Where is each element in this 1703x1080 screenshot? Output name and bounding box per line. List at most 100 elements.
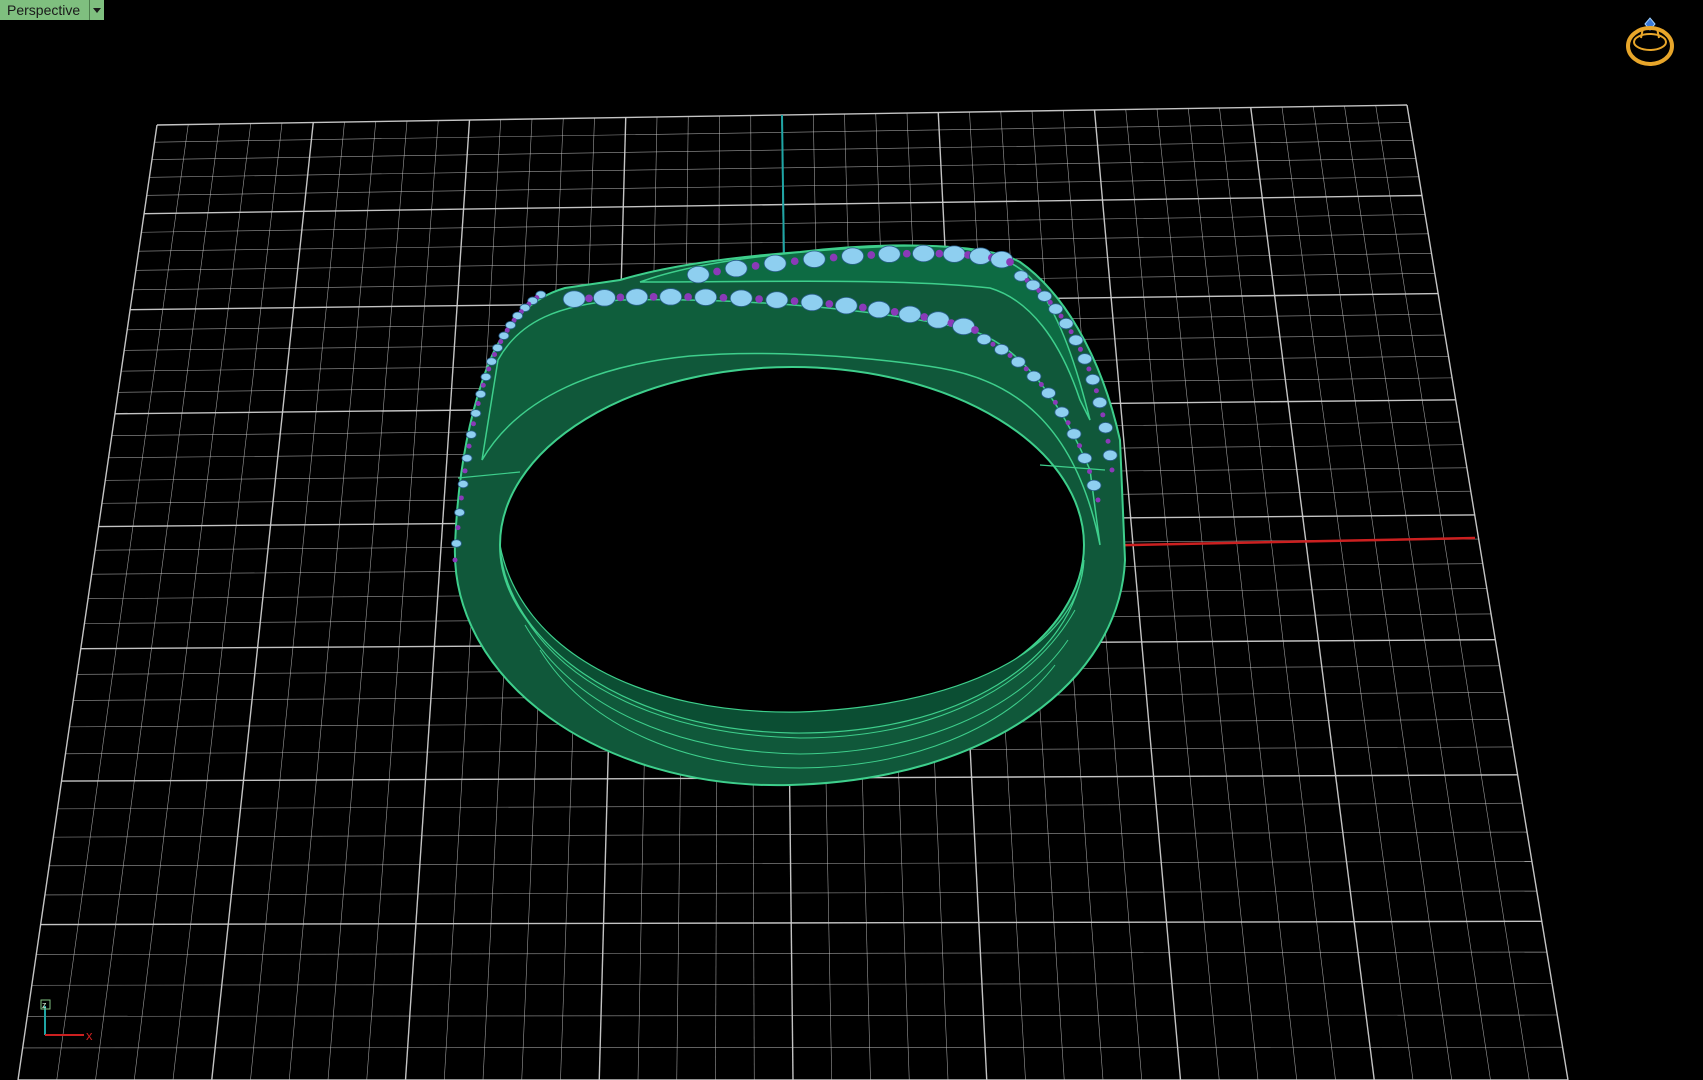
prong <box>1068 329 1074 335</box>
prong <box>1052 399 1058 405</box>
gemstone <box>834 296 858 315</box>
prong <box>616 293 625 302</box>
gemstone <box>454 508 466 517</box>
prong <box>470 421 476 427</box>
gemstone <box>926 311 950 329</box>
prong <box>1095 497 1101 503</box>
prong <box>825 300 834 308</box>
viewport-name[interactable]: Perspective <box>0 0 91 20</box>
prong <box>649 292 658 301</box>
gemstone <box>898 305 922 323</box>
gemstone <box>994 344 1010 356</box>
gemstone <box>505 321 516 330</box>
grid-line <box>1375 105 1530 1080</box>
prong <box>790 257 799 266</box>
gemstone <box>1026 370 1042 383</box>
prong <box>480 382 486 388</box>
gemstone <box>942 245 966 263</box>
prong <box>452 557 458 563</box>
gemstone <box>765 291 789 309</box>
gemstone <box>1066 428 1082 440</box>
prong <box>902 249 911 258</box>
grid-line <box>1344 105 1491 1080</box>
gizmo-z-label: z <box>42 1000 47 1010</box>
prong <box>486 366 492 372</box>
grid-line <box>95 123 220 1080</box>
grid-line <box>17 124 158 1080</box>
prong <box>990 341 996 347</box>
prong <box>935 249 944 258</box>
grid-line <box>366 120 439 1080</box>
prong <box>1058 313 1064 319</box>
prong <box>1100 412 1106 418</box>
prong <box>859 303 867 312</box>
prong <box>755 295 763 303</box>
gizmo-x-label: x <box>86 1028 93 1043</box>
prong <box>790 297 799 305</box>
prong <box>829 253 838 262</box>
gemstone <box>1092 396 1108 409</box>
prong <box>713 267 721 276</box>
gemstone <box>480 372 492 382</box>
viewport-title-tab[interactable]: Perspective <box>0 0 105 20</box>
gemstone <box>475 389 487 399</box>
gemstone <box>465 430 477 439</box>
gemstone <box>686 265 710 284</box>
chevron-down-icon <box>93 7 102 13</box>
prong <box>751 262 760 270</box>
prong <box>498 339 504 345</box>
ring-object-icon[interactable] <box>1626 17 1674 66</box>
prong <box>1006 258 1014 266</box>
prong <box>1023 366 1029 372</box>
grid-line <box>1156 108 1259 1080</box>
prong <box>1077 443 1083 449</box>
ring-model[interactable] <box>451 244 1127 787</box>
prong <box>455 525 461 531</box>
gemstone <box>451 539 462 548</box>
gemstone <box>1086 479 1102 492</box>
gemstone <box>1010 356 1026 368</box>
prong <box>1086 366 1092 372</box>
prong <box>492 351 498 357</box>
viewport-menu-button[interactable] <box>90 0 105 20</box>
gemstone <box>800 293 824 312</box>
grid-line <box>211 122 314 1080</box>
gemstone <box>877 245 901 263</box>
gemstone <box>1102 449 1118 461</box>
gemstone <box>659 288 683 306</box>
prong <box>1077 346 1083 352</box>
prong <box>1109 467 1115 473</box>
grid-line <box>1219 107 1336 1080</box>
grid-line <box>1281 106 1414 1080</box>
prong <box>585 294 593 303</box>
gemstone <box>841 247 865 265</box>
gemstone <box>498 331 510 340</box>
grid-line <box>404 119 471 1080</box>
gemstone <box>867 300 891 319</box>
gemstone <box>593 289 616 307</box>
gemstone <box>486 357 498 366</box>
grid-line <box>1125 109 1220 1080</box>
gemstone <box>1085 373 1101 386</box>
prong <box>1105 438 1111 444</box>
prong <box>971 326 979 334</box>
prong <box>719 293 728 302</box>
prong <box>475 400 481 406</box>
gemstone <box>1098 422 1113 434</box>
gemstone <box>461 454 473 463</box>
gemstone <box>562 290 586 308</box>
perspective-viewport[interactable]: x z <box>0 0 1703 1080</box>
prong <box>684 293 692 301</box>
gemstone <box>694 288 718 306</box>
prong <box>1007 353 1013 359</box>
gemstone <box>1077 353 1093 365</box>
grid-line <box>133 123 252 1080</box>
gemstone <box>1048 303 1064 315</box>
gemstone <box>724 259 748 278</box>
gemstone <box>802 250 826 268</box>
gemstone <box>492 343 503 353</box>
gemstone <box>457 479 469 489</box>
gemstone <box>1054 406 1070 418</box>
prong <box>1087 468 1093 474</box>
gemstone <box>969 247 992 265</box>
